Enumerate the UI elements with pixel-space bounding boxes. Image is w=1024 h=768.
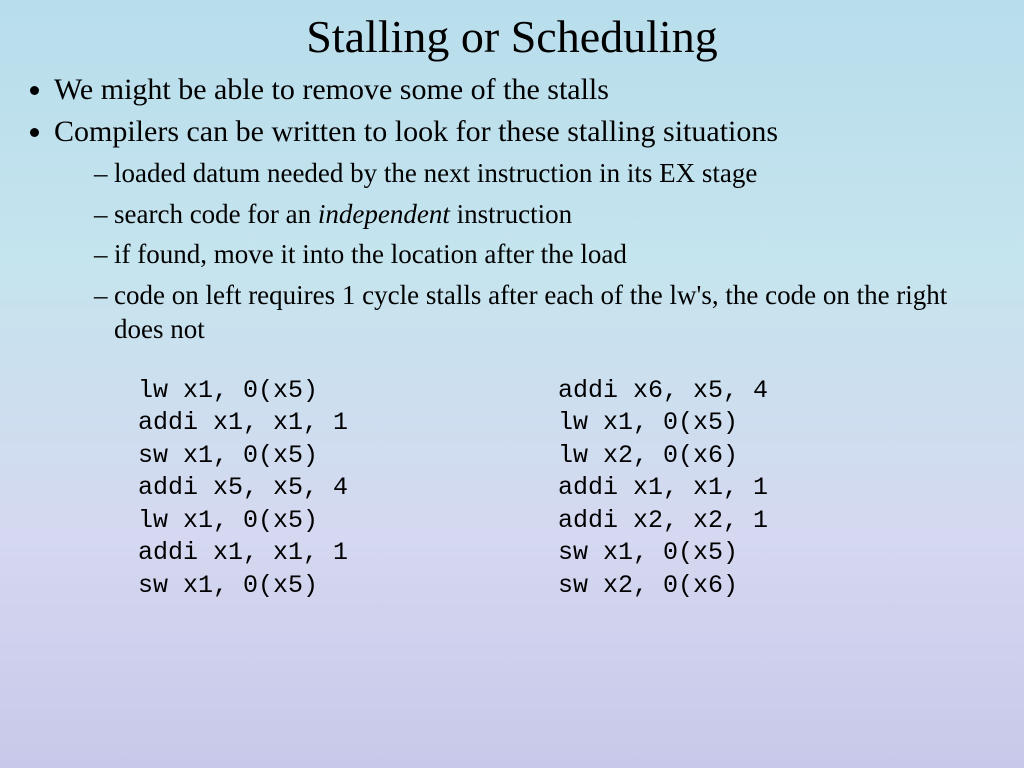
- sub-bullet-item: loaded datum needed by the next instruct…: [94, 156, 996, 191]
- code-block-left: lw x1, 0(x5) addi x1, x1, 1 sw x1, 0(x5)…: [138, 375, 558, 603]
- bullet-item: We might be able to remove some of the s…: [54, 71, 996, 109]
- sub-bullet-item: code on left requires 1 cycle stalls aft…: [94, 278, 996, 347]
- sub-bullet-item: search code for an independent instructi…: [94, 197, 996, 232]
- bullet-text: Compilers can be written to look for the…: [54, 115, 778, 148]
- slide-title: Stalling or Scheduling: [28, 10, 996, 63]
- sub-bullet-item: if found, move it into the location afte…: [94, 237, 996, 272]
- sub-bullet-text: search code for an: [114, 199, 318, 229]
- code-row: lw x1, 0(x5) addi x1, x1, 1 sw x1, 0(x5)…: [28, 375, 996, 603]
- sub-bullet-italic: independent: [318, 199, 450, 229]
- sub-bullet-list: loaded datum needed by the next instruct…: [54, 156, 996, 347]
- sub-bullet-text: instruction: [450, 199, 572, 229]
- bullet-item: Compilers can be written to look for the…: [54, 113, 996, 347]
- code-block-right: addi x6, x5, 4 lw x1, 0(x5) lw x2, 0(x6)…: [558, 375, 978, 603]
- bullet-list: We might be able to remove some of the s…: [28, 71, 996, 347]
